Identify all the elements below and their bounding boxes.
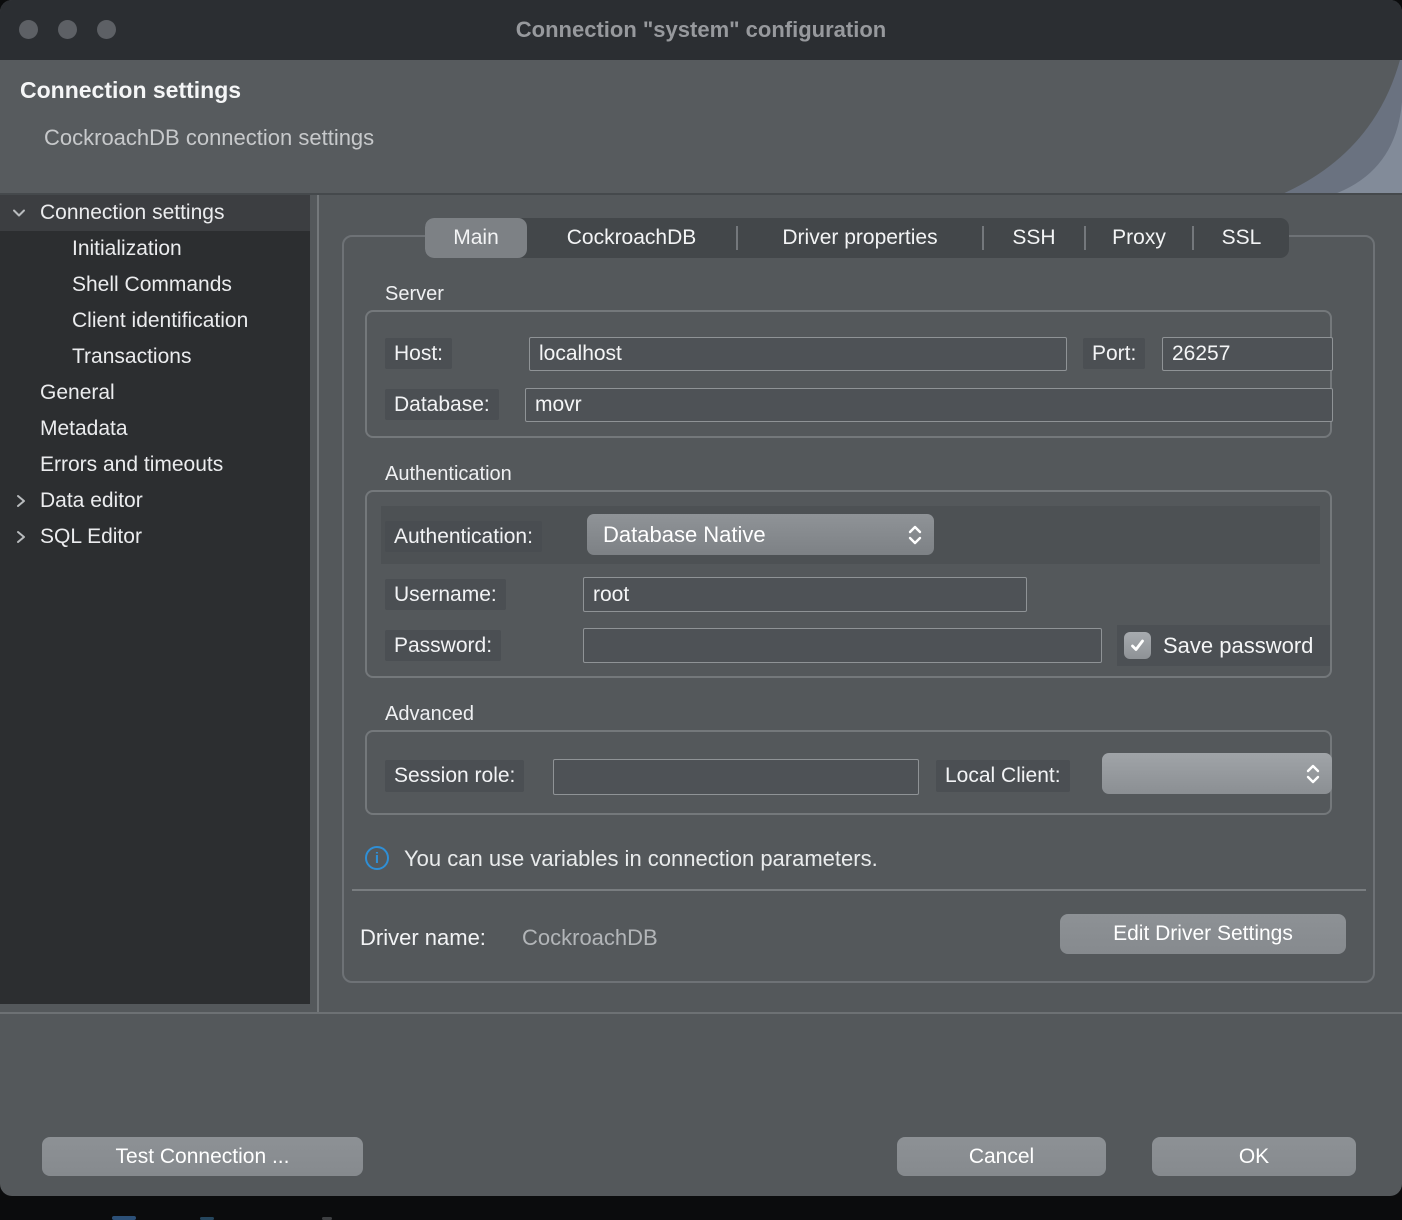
connection-tabs: Main CockroachDB Driver properties SSH P…: [425, 218, 1289, 258]
session-role-input[interactable]: [553, 759, 919, 795]
footer-divider: [0, 1012, 1402, 1014]
chevron-down-icon[interactable]: [10, 195, 28, 231]
tab-label: Proxy: [1112, 226, 1166, 250]
up-down-chevrons-icon: [1304, 762, 1322, 786]
driver-name-label: Driver name:: [360, 925, 486, 951]
test-connection-button[interactable]: Test Connection ...: [42, 1137, 363, 1176]
authentication-group-label: Authentication: [385, 463, 512, 486]
host-input[interactable]: [529, 337, 1067, 371]
sidebar-item-label: Initialization: [72, 237, 182, 261]
sidebar-item-label: Errors and timeouts: [40, 453, 223, 477]
authentication-label: Authentication:: [385, 521, 542, 552]
chevron-right-icon[interactable]: [13, 483, 29, 519]
tab-label: CockroachDB: [567, 226, 697, 250]
username-label: Username:: [385, 579, 506, 610]
password-label: Password:: [385, 630, 501, 661]
sidebar-item-general[interactable]: General: [0, 375, 310, 411]
advanced-group: Session role: Local Client:: [365, 730, 1332, 815]
tab-proxy[interactable]: Proxy: [1086, 218, 1192, 258]
tab-label: SSL: [1222, 226, 1262, 250]
window-title: Connection "system" configuration: [0, 0, 1402, 60]
authentication-group: Authentication: Database Native Username…: [365, 490, 1332, 678]
sidebar-divider: [317, 195, 319, 1012]
background-artifact: [112, 1216, 136, 1220]
tab-label: Main: [453, 226, 499, 250]
tab-separator: [1192, 226, 1194, 250]
username-input[interactable]: [583, 577, 1027, 612]
sidebar-item-label: General: [40, 381, 115, 405]
sidebar-item-shell-commands[interactable]: Shell Commands: [0, 267, 310, 303]
authentication-selected-value: Database Native: [603, 522, 766, 548]
tab-separator: [736, 226, 738, 250]
panel-divider: [352, 889, 1366, 891]
cancel-button[interactable]: Cancel: [897, 1137, 1106, 1176]
page-title: Connection settings: [20, 77, 241, 104]
sidebar-item-client-identification[interactable]: Client identification: [0, 303, 310, 339]
sidebar-item-connection-settings[interactable]: Connection settings: [0, 195, 310, 231]
tab-driver-properties[interactable]: Driver properties: [738, 218, 982, 258]
server-group-label: Server: [385, 283, 444, 306]
dialog-header: Connection settings CockroachDB connecti…: [0, 60, 1402, 195]
port-label: Port:: [1083, 338, 1145, 369]
sidebar-item-metadata[interactable]: Metadata: [0, 411, 310, 447]
desktop-background: [0, 1196, 1402, 1220]
window-titlebar[interactable]: Connection "system" configuration: [0, 0, 1402, 60]
sidebar-item-label: Transactions: [72, 345, 191, 369]
database-label: Database:: [385, 389, 499, 420]
save-password-checkbox[interactable]: [1124, 632, 1151, 659]
port-input[interactable]: [1162, 337, 1333, 371]
sidebar-item-data-editor[interactable]: Data editor: [0, 483, 310, 519]
edit-driver-settings-button[interactable]: Edit Driver Settings: [1060, 914, 1346, 954]
host-label: Host:: [385, 338, 452, 369]
tab-ssl[interactable]: SSL: [1194, 218, 1289, 258]
advanced-group-label: Advanced: [385, 703, 474, 726]
info-message: You can use variables in connection para…: [404, 846, 878, 872]
sidebar-item-errors-and-timeouts[interactable]: Errors and timeouts: [0, 447, 310, 483]
sidebar-item-label: Connection settings: [40, 201, 224, 225]
sidebar-item-label: SQL Editor: [40, 525, 142, 549]
driver-name-value: CockroachDB: [522, 925, 658, 951]
server-group: Host: Port: Database:: [365, 310, 1332, 438]
sidebar-item-label: Metadata: [40, 417, 128, 441]
header-decoration: [1140, 60, 1402, 195]
tab-ssh[interactable]: SSH: [984, 218, 1084, 258]
save-password-label: Save password: [1163, 633, 1313, 659]
authentication-select[interactable]: Database Native: [587, 514, 934, 555]
tab-label: Driver properties: [782, 226, 937, 250]
sidebar-item-sql-editor[interactable]: SQL Editor: [0, 519, 310, 555]
local-client-select[interactable]: [1102, 753, 1332, 794]
save-password-option: Save password: [1117, 625, 1332, 666]
tab-main[interactable]: Main: [425, 218, 527, 258]
sidebar-item-initialization[interactable]: Initialization: [0, 231, 310, 267]
sidebar-item-label: Shell Commands: [72, 273, 232, 297]
tab-label: SSH: [1012, 226, 1055, 250]
info-icon: i: [365, 846, 389, 870]
up-down-chevrons-icon: [906, 523, 924, 547]
checkmark-icon: [1128, 636, 1147, 655]
tab-separator: [1084, 226, 1086, 250]
password-input[interactable]: [583, 628, 1102, 663]
connection-configuration-dialog: Connection "system" configuration Connec…: [0, 0, 1402, 1196]
sidebar-item-label: Data editor: [40, 489, 143, 513]
page-subtitle: CockroachDB connection settings: [44, 125, 374, 151]
session-role-label: Session role:: [385, 760, 524, 792]
database-input[interactable]: [525, 388, 1333, 422]
chevron-right-icon[interactable]: [13, 519, 29, 555]
tab-cockroachdb[interactable]: CockroachDB: [527, 218, 736, 258]
screen: Connection "system" configuration Connec…: [0, 0, 1402, 1220]
settings-tree: Connection settings Initialization Shell…: [0, 195, 310, 1004]
sidebar-item-transactions[interactable]: Transactions: [0, 339, 310, 375]
tab-separator: [982, 226, 984, 250]
ok-button[interactable]: OK: [1152, 1137, 1356, 1176]
local-client-label: Local Client:: [936, 760, 1070, 792]
sidebar-item-label: Client identification: [72, 309, 248, 333]
